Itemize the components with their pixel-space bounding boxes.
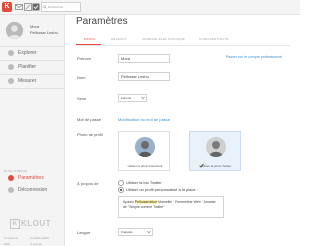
sidebar-item-settings[interactable]: Paramètres bbox=[0, 173, 64, 183]
twitter-photo-caption: Utiliser la photo Twitter bbox=[200, 164, 232, 168]
tab-email[interactable]: ADRESSE ÉLECTRONIQUE bbox=[142, 37, 185, 41]
first-name-label: Prénom bbox=[77, 56, 92, 61]
klout-brand-logo: K KLOUT bbox=[10, 219, 51, 229]
footer-link-help[interactable]: Aide bbox=[4, 242, 10, 246]
language-value: Français bbox=[121, 230, 133, 234]
search-icon bbox=[43, 5, 47, 9]
sidebar-item-explorer[interactable]: Explorer bbox=[0, 48, 64, 58]
about-label: À propos de bbox=[77, 181, 99, 186]
gender-label: Sexe bbox=[77, 96, 87, 101]
twitter-photo-thumbnail bbox=[206, 137, 226, 157]
active-tab-indicator bbox=[76, 44, 101, 45]
divider bbox=[0, 74, 64, 75]
tab-bar: PROFIL RÉSEAUX ADRESSE ÉLECTRONIQUE CONF… bbox=[76, 36, 290, 46]
footer-link-about[interactable]: À propos bbox=[30, 242, 42, 246]
last-name-label: Nom bbox=[77, 75, 86, 80]
tab-privacy[interactable]: CONFIDENTIALITÉ bbox=[199, 37, 229, 41]
search-placeholder: Rechercher bbox=[48, 5, 64, 9]
avatar[interactable] bbox=[6, 22, 23, 39]
divider bbox=[0, 88, 64, 89]
bio-custom-label: Utiliser un profil personnalisé à la pla… bbox=[126, 187, 198, 192]
bio-text-highlight: Pelhosardelue bbox=[134, 200, 158, 204]
profile-subtitle[interactable]: Pelhosar Leshu bbox=[30, 30, 58, 35]
profile-photo-label: Photo de profil bbox=[77, 132, 103, 137]
tab-profile[interactable]: PROFIL bbox=[84, 37, 96, 41]
last-name-field[interactable]: Pelhosar Leshu bbox=[118, 72, 170, 81]
profile-name[interactable]: Mora bbox=[30, 24, 39, 29]
search-input[interactable]: Rechercher bbox=[41, 2, 81, 12]
sidebar-item-label: Explorer bbox=[18, 50, 37, 56]
chevron-down-icon bbox=[147, 230, 151, 234]
tab-networks[interactable]: RÉSEAUX bbox=[111, 37, 127, 41]
logout-icon bbox=[8, 187, 14, 193]
divider bbox=[0, 60, 64, 61]
sidebar-item-label: Déconnexion bbox=[18, 187, 48, 193]
sidebar-item-mesurer[interactable]: Mesurer bbox=[0, 76, 64, 86]
bio-twitter-label: Utiliser la bio Twitter bbox=[126, 180, 162, 185]
facebook-photo-caption: Utiliser la photo Facebook bbox=[127, 164, 163, 168]
calendar-icon bbox=[8, 64, 14, 70]
compose-icon[interactable] bbox=[24, 3, 32, 11]
first-name-field[interactable]: Mora bbox=[118, 54, 170, 63]
mail-icon[interactable] bbox=[15, 3, 23, 11]
facebook-photo-thumbnail bbox=[135, 137, 155, 157]
checkmark-icon[interactable] bbox=[32, 3, 40, 11]
explore-icon bbox=[8, 50, 14, 56]
gear-icon bbox=[8, 175, 14, 181]
sidebar-item-logout[interactable]: Déconnexion bbox=[0, 185, 64, 195]
sidebar-item-label: Mesurer bbox=[18, 78, 37, 84]
password-label: Mot de passe bbox=[77, 117, 102, 122]
sidebar-item-label: Planifier bbox=[18, 64, 37, 70]
page-title: Paramètres bbox=[76, 16, 128, 27]
sidebar-item-label: Paramètres bbox=[18, 175, 44, 181]
gender-select[interactable]: Femme bbox=[118, 94, 147, 102]
twitter-photo-option[interactable]: Utiliser la photo Twitter bbox=[189, 131, 241, 171]
bio-textarea[interactable]: Apasio Pelhosardelue Marseille · Femmeli… bbox=[118, 196, 224, 218]
brand-name: KLOUT bbox=[21, 219, 52, 228]
bio-custom-radio[interactable] bbox=[118, 187, 124, 193]
bio-twitter-radio[interactable] bbox=[118, 180, 124, 186]
divider bbox=[0, 46, 64, 47]
top-bar: K Rechercher bbox=[0, 0, 300, 15]
chevron-down-icon bbox=[141, 96, 145, 100]
sidebar-item-planifier[interactable]: Planifier bbox=[0, 62, 64, 72]
bio-text-prefix: Apasio bbox=[123, 200, 135, 204]
footer-link-conditions[interactable]: Conditions bbox=[4, 236, 18, 240]
facebook-photo-option[interactable]: Utiliser la photo Facebook bbox=[118, 131, 170, 171]
footer-link-privacy[interactable]: Confidentialité bbox=[30, 236, 49, 240]
language-label: Langue bbox=[77, 230, 91, 235]
change-password-link[interactable]: Modification du mot de passe bbox=[118, 117, 170, 122]
gender-value: Femme bbox=[121, 96, 132, 100]
sidebar: Mora Pelhosar Leshu Explorer Planifier M… bbox=[0, 15, 65, 246]
klout-k-icon: K bbox=[10, 219, 20, 229]
language-select[interactable]: Français bbox=[118, 228, 153, 236]
klout-logo-icon[interactable]: K bbox=[2, 2, 12, 12]
professional-account-link[interactable]: Passer sur le compte professionnel bbox=[226, 55, 282, 59]
chart-icon bbox=[8, 78, 14, 84]
